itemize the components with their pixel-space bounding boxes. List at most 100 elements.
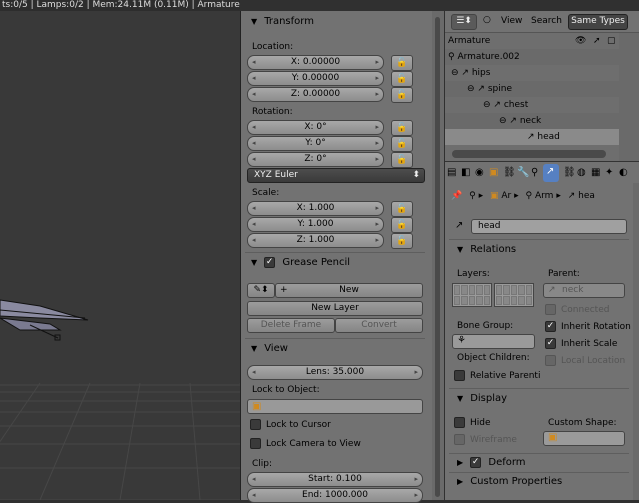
location-x-field[interactable]: ◂ X: 0.00000 ▸ — [247, 55, 384, 70]
expand-icon[interactable]: ⊖ — [445, 68, 459, 78]
deform-panel-header[interactable]: ▶ ✓ Deform — [449, 454, 637, 472]
texture-tab-icon[interactable]: ▦ — [591, 167, 600, 178]
3d-viewport[interactable]: ts:0/5 | Lamps:0/2 | Mem:24.11M (0.11M) … — [0, 0, 240, 500]
constraints-tab-icon[interactable]: ⛓ — [503, 167, 516, 178]
inherit-rotation-checkbox[interactable]: ✓ — [545, 321, 556, 332]
clip-start-field[interactable]: ◂ Start: 0.100 ▸ — [247, 472, 423, 487]
display-panel-header[interactable]: ▼ Display — [449, 390, 637, 408]
dropdown-arrows-icon: ⬍ — [412, 170, 420, 180]
properties-scrollbar[interactable] — [633, 183, 639, 500]
circle-icon[interactable]: ○ — [483, 15, 491, 25]
bone-name-field[interactable]: head — [471, 219, 627, 234]
outliner[interactable]: Armature 👁 ➚ ▢ ⚲ Armature.002 ⊖ ↗ hips ⊖… — [445, 33, 639, 161]
list-item[interactable]: ⊖ ↗ neck — [445, 113, 619, 129]
particles-tab-icon[interactable]: ✦ — [605, 167, 613, 178]
lock-to-object-label: Lock to Object: — [252, 385, 320, 395]
convert-button[interactable]: Convert — [335, 318, 423, 333]
chevron-right-icon: ▸ — [478, 191, 484, 201]
transform-panel-header[interactable]: ▼ Transform — [243, 13, 431, 31]
list-item[interactable]: ⊖ ↗ hips — [445, 65, 619, 81]
expand-icon[interactable]: ⊖ — [445, 84, 475, 94]
scrollbar-thumb[interactable] — [435, 17, 440, 497]
bone-icon: ↗ — [527, 132, 535, 142]
display-mode-select[interactable]: Same Types — [568, 14, 628, 30]
lens-field[interactable]: ◂ Lens: 35.000 ▸ — [247, 365, 423, 380]
inherit-rotation-label: Inherit Rotation — [561, 322, 631, 332]
parent-field[interactable]: ↗ neck — [543, 283, 625, 298]
expand-icon[interactable]: ⊖ — [445, 116, 507, 126]
grease-pencil-new-button[interactable]: + New — [275, 283, 423, 298]
lock-scale-y-icon[interactable]: 🔓 — [391, 217, 413, 233]
lock-camera-to-view-checkbox[interactable] — [250, 438, 261, 449]
outliner-scrollbar[interactable] — [452, 150, 606, 158]
lock-location-z-icon[interactable]: 🔓 — [391, 87, 413, 103]
connected-checkbox[interactable] — [545, 304, 556, 315]
camera-icon[interactable]: ▢ — [607, 33, 616, 49]
rotation-x-field[interactable]: ◂ X: 0° ▸ — [247, 120, 384, 135]
lock-scale-x-icon[interactable]: 🔓 — [391, 201, 413, 217]
relative-parenting-checkbox[interactable] — [454, 370, 465, 381]
list-item[interactable]: ⚲ Armature.002 — [445, 49, 619, 65]
pin-icon[interactable]: 📌 — [451, 191, 462, 201]
grease-pencil-datablock-icon[interactable]: ✎⬍ — [247, 283, 275, 298]
bone-layers-grid-a[interactable] — [452, 283, 492, 307]
list-item[interactable]: ⊖ ↗ spine — [445, 81, 619, 97]
rotation-z-field[interactable]: ◂ Z: 0° ▸ — [247, 152, 384, 167]
modifiers-tab-icon[interactable]: 🔧 — [517, 167, 529, 178]
bone-group-field[interactable]: ⚘ — [452, 334, 535, 349]
list-item[interactable]: Armature 👁 ➚ ▢ — [445, 33, 619, 49]
physics-tab-icon[interactable]: ◐ — [619, 167, 628, 178]
lock-rotation-z-icon[interactable]: 🔓 — [391, 152, 413, 168]
render-tab-icon[interactable]: ▤ — [447, 167, 456, 178]
armature-tab-icon[interactable]: ⚲ — [531, 167, 538, 178]
lock-location-y-icon[interactable]: 🔓 — [391, 71, 413, 87]
divider — [449, 239, 629, 240]
cursor-icon[interactable]: ➚ — [593, 33, 601, 49]
grease-pencil-panel-header[interactable]: ▼ ✓ Grease Pencil — [243, 254, 431, 272]
inherit-scale-checkbox[interactable]: ✓ — [545, 338, 556, 349]
outliner-search-menu[interactable]: Search — [531, 16, 562, 26]
lock-scale-z-icon[interactable]: 🔓 — [391, 233, 413, 249]
scale-z-field[interactable]: ◂ Z: 1.000 ▸ — [247, 233, 384, 248]
lock-rotation-y-icon[interactable]: 🔓 — [391, 136, 413, 152]
deform-checkbox[interactable]: ✓ — [470, 456, 482, 468]
hide-checkbox[interactable] — [454, 417, 465, 428]
scale-x-field[interactable]: ◂ X: 1.000 ▸ — [247, 201, 384, 216]
bone-layers-grid-b[interactable] — [494, 283, 534, 307]
lock-rotation-x-icon[interactable]: 🔓 — [391, 120, 413, 136]
shelf-scrollbar[interactable] — [432, 11, 444, 500]
rotation-mode-select[interactable]: XYZ Euler ⬍ — [247, 168, 425, 183]
scale-y-field[interactable]: ◂ Y: 1.000 ▸ — [247, 217, 384, 232]
clip-end-field[interactable]: ◂ End: 1000.000 ▸ — [247, 488, 423, 503]
custom-properties-panel-header[interactable]: ▶ Custom Properties — [449, 473, 637, 491]
material-tab-icon[interactable]: ◍ — [577, 167, 586, 178]
outliner-view-menu[interactable]: View — [501, 16, 522, 26]
wireframe-checkbox[interactable] — [454, 434, 465, 445]
view-panel-header[interactable]: ▼ View — [243, 340, 431, 358]
lock-to-cursor-checkbox[interactable] — [250, 419, 261, 430]
lock-location-x-icon[interactable]: 🔓 — [391, 55, 413, 71]
transform-title: Transform — [264, 16, 314, 27]
location-y-field[interactable]: ◂ Y: 0.00000 ▸ — [247, 71, 384, 86]
armature-data-icon: ⚲ — [525, 191, 533, 201]
list-item[interactable]: ↗ head — [445, 129, 619, 145]
editor-type-icon[interactable]: ☰⬍ — [451, 14, 477, 30]
expand-icon[interactable]: ⊖ — [445, 100, 491, 110]
armature-object — [0, 299, 89, 341]
eye-icon[interactable]: 👁 — [575, 33, 586, 49]
bone-tab-icon[interactable]: ↗ — [543, 164, 559, 182]
relations-panel-header[interactable]: ▼ Relations — [449, 241, 637, 259]
world-tab-icon[interactable]: ◉ — [475, 167, 484, 178]
new-layer-button[interactable]: New Layer — [247, 301, 423, 316]
object-tab-icon[interactable]: ▣ — [489, 167, 498, 178]
scene-tab-icon[interactable]: ◧ — [461, 167, 470, 178]
local-location-checkbox[interactable] — [545, 355, 556, 366]
list-item[interactable]: ⊖ ↗ chest — [445, 97, 619, 113]
grease-pencil-checkbox[interactable]: ✓ — [264, 256, 276, 268]
location-z-field[interactable]: ◂ Z: 0.00000 ▸ — [247, 87, 384, 102]
rotation-y-field[interactable]: ◂ Y: 0° ▸ — [247, 136, 384, 151]
custom-shape-field[interactable]: ▣ — [543, 431, 625, 446]
lock-to-object-field[interactable]: ▣ — [247, 399, 423, 414]
delete-frame-button[interactable]: Delete Frame — [247, 318, 335, 333]
bone-constraints-tab-icon[interactable]: ⛓ — [563, 167, 576, 178]
